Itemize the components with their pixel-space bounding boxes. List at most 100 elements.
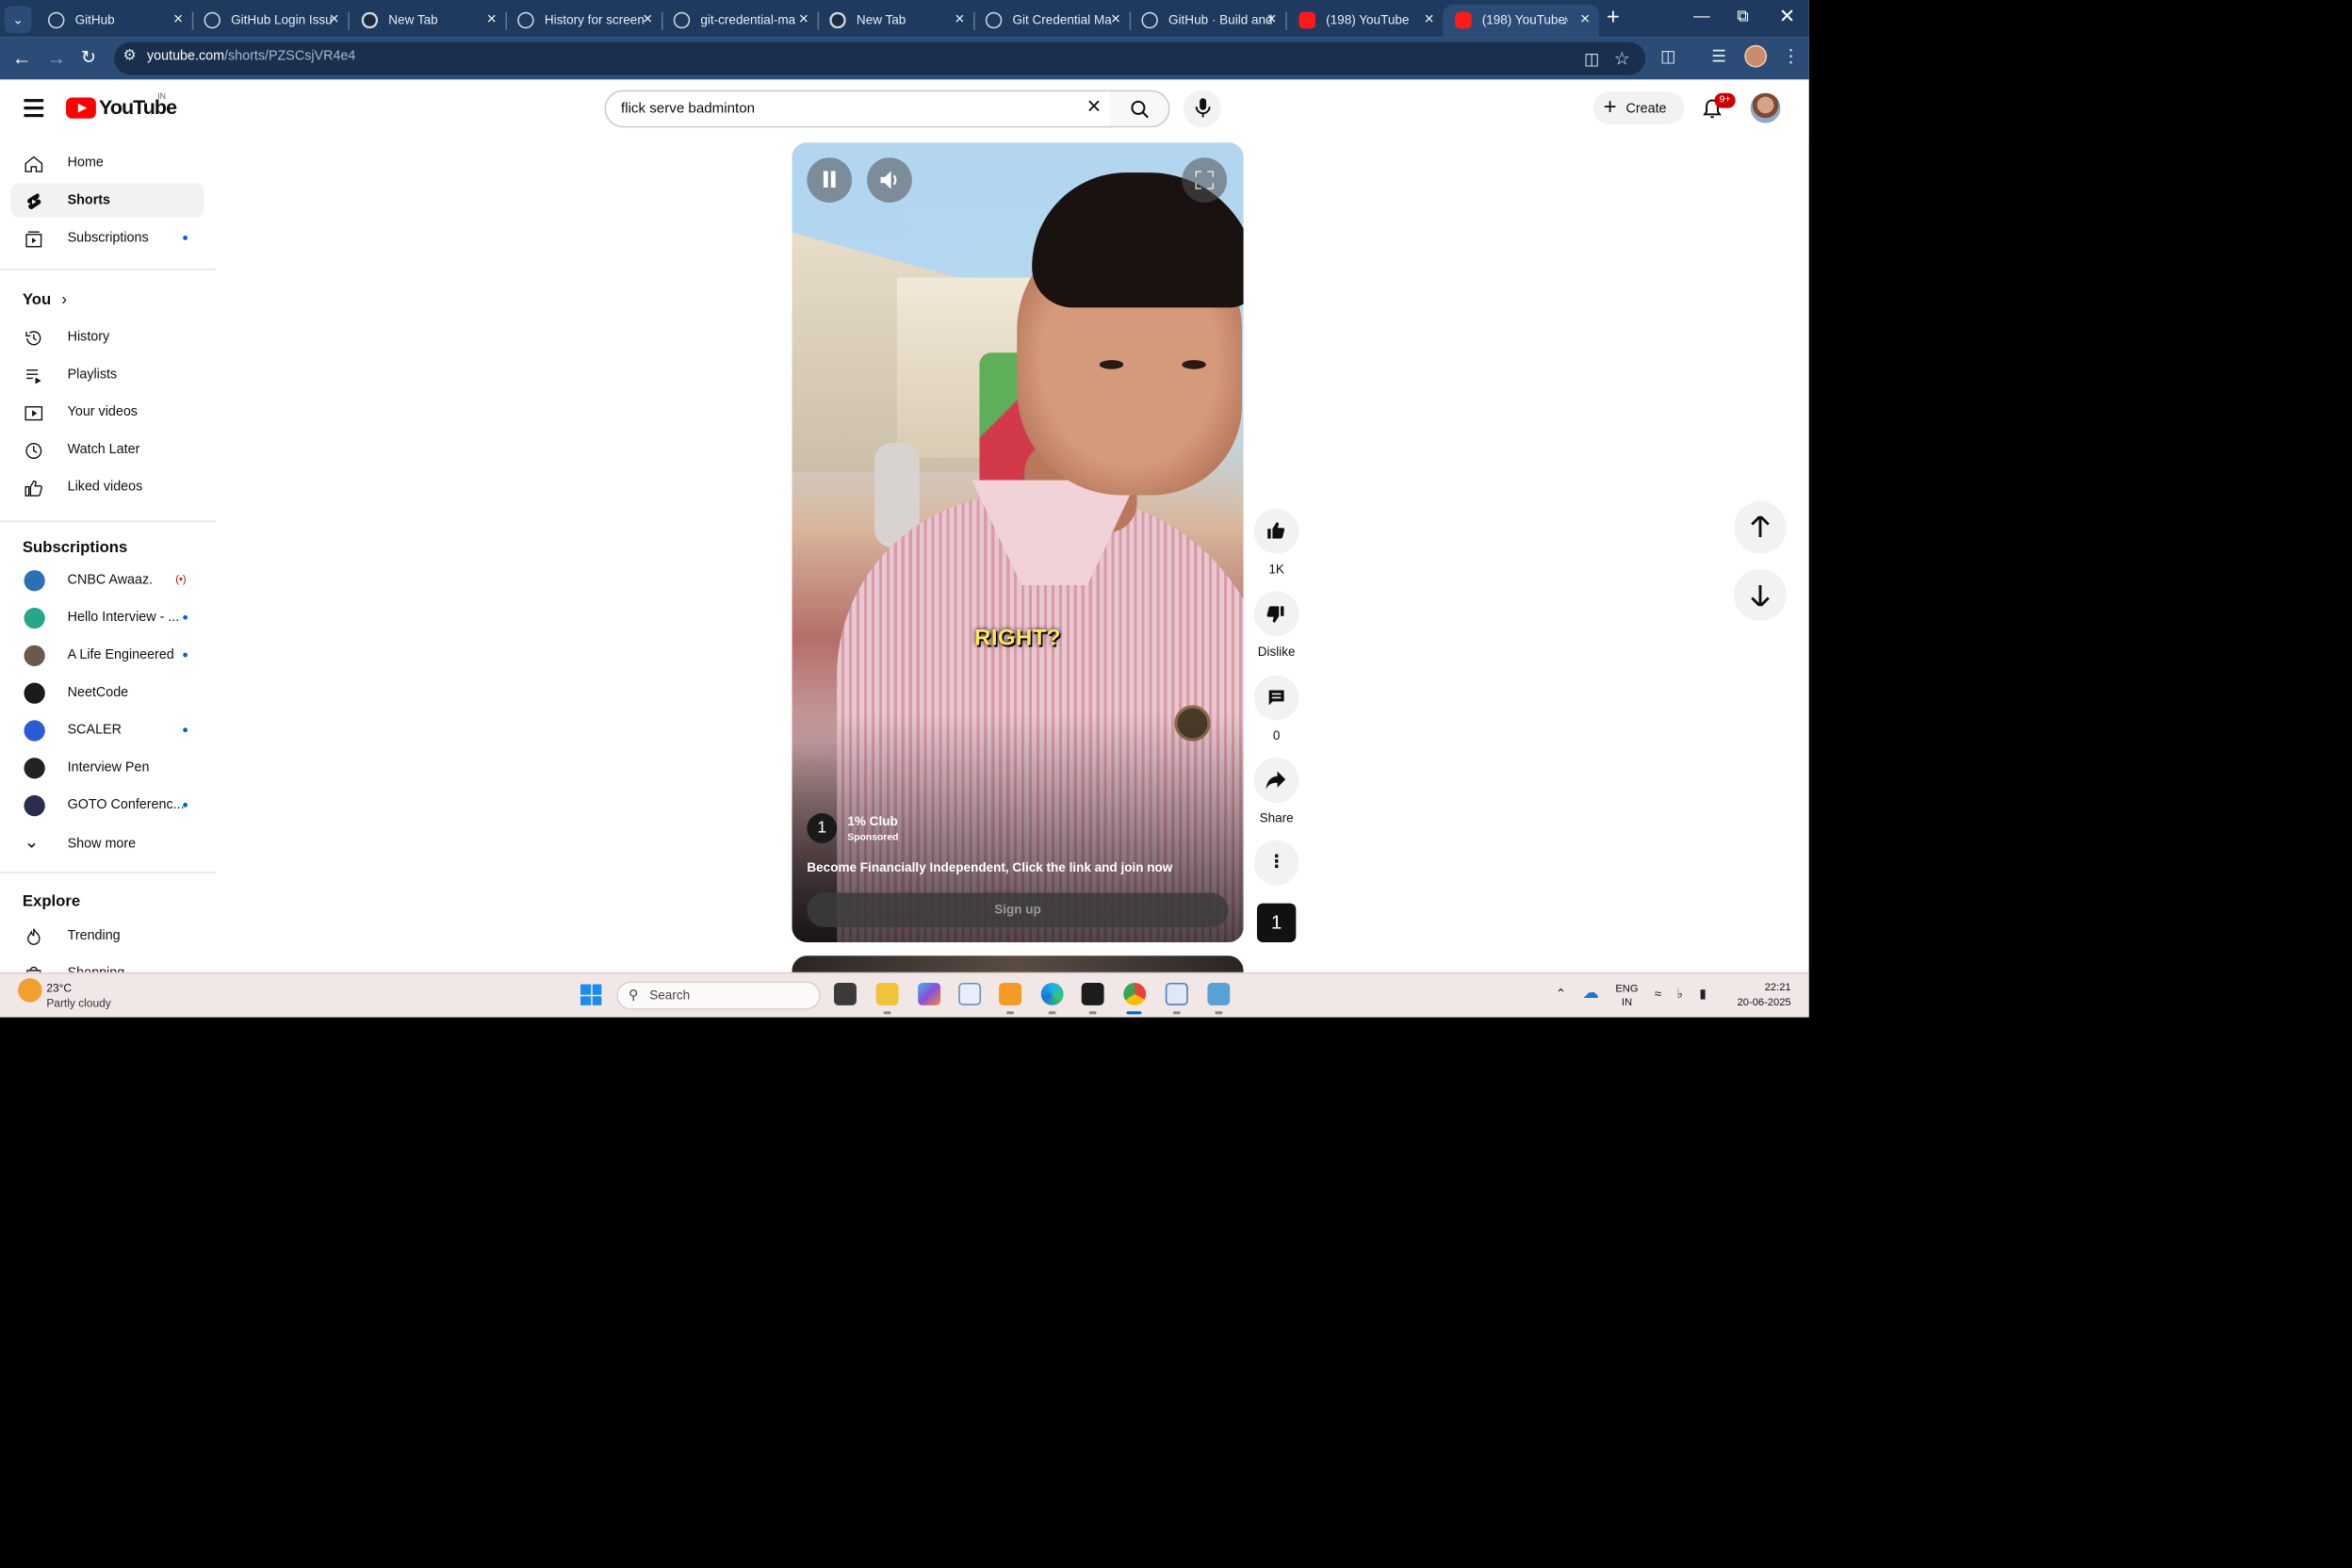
sidebar-item-home[interactable]: Home xyxy=(10,145,204,180)
task-view-icon[interactable] xyxy=(834,982,857,1005)
onedrive-cloud-icon[interactable]: ☁ xyxy=(1582,983,1599,1003)
back-button[interactable]: ← xyxy=(12,45,32,71)
like-button[interactable]: 1K xyxy=(1253,508,1299,576)
remote-desktop-icon[interactable] xyxy=(1207,982,1231,1005)
close-tab-icon[interactable]: × xyxy=(1425,5,1434,35)
address-bar[interactable]: ⚙ youtube.com/shorts/PZSCsjVR4e4 ◫ ☆ xyxy=(113,41,1646,75)
weather-temperature[interactable]: 23°C xyxy=(46,981,72,994)
minimize-button[interactable]: — xyxy=(1693,8,1710,25)
app-window-icon[interactable] xyxy=(958,982,982,1005)
close-tab-icon[interactable]: × xyxy=(955,5,964,35)
sidebar-item-trending[interactable]: Trending xyxy=(10,918,204,953)
browser-tab[interactable]: History for screen × xyxy=(505,5,662,38)
wifi-icon[interactable]: ≈ xyxy=(1655,986,1661,1001)
close-tab-icon[interactable]: × xyxy=(799,5,808,35)
browser-tab[interactable]: (198) YouTube × xyxy=(1287,5,1444,38)
sidebar-you-header[interactable]: You › xyxy=(23,291,67,309)
browser-tab[interactable]: GitHub Login Issu × xyxy=(192,5,349,38)
weather-description[interactable]: Partly cloudy xyxy=(46,996,110,1009)
voice-search-button[interactable] xyxy=(1183,90,1221,128)
tab-audio-icon[interactable]: ♪ xyxy=(1562,5,1569,35)
subscription-channel-item[interactable]: Interview Pen xyxy=(10,750,204,785)
battery-icon[interactable]: ▮ xyxy=(1700,986,1707,1003)
subscription-channel-item[interactable]: NeetCode xyxy=(10,676,204,710)
advertiser-channel-avatar[interactable]: 1 xyxy=(1256,903,1297,942)
site-info-icon[interactable]: ⚙ xyxy=(123,48,141,66)
comments-button[interactable]: 0 xyxy=(1253,675,1299,743)
system-clock[interactable]: 22:21 20-06-2025 xyxy=(1728,981,1791,1011)
taskbar-search-box[interactable]: ⚲ Search xyxy=(616,981,821,1010)
new-tab-button[interactable]: + xyxy=(1607,5,1620,30)
create-button[interactable]: + Create xyxy=(1592,91,1685,125)
terminal-icon[interactable] xyxy=(1081,982,1104,1005)
subscription-channel-item[interactable]: CNBC Awaaz. (•) xyxy=(10,563,204,597)
advertiser-logo[interactable]: 1 xyxy=(807,813,838,843)
browser-tab[interactable]: git-credential-ma × xyxy=(662,5,818,38)
browser-tab[interactable]: New Tab × xyxy=(350,5,506,38)
browser-profile-avatar[interactable] xyxy=(1744,44,1768,68)
browser-menu-icon[interactable]: ⋮ xyxy=(1782,45,1800,66)
sidebar-item-shorts[interactable]: Shorts xyxy=(10,183,204,218)
edge-browser-icon[interactable] xyxy=(1040,982,1064,1005)
sidebar-item-watch-later[interactable]: Watch Later xyxy=(10,433,204,467)
sidebar-item-liked-videos[interactable]: Liked videos xyxy=(10,469,204,504)
restore-button[interactable]: ⧉ xyxy=(1737,8,1749,27)
show-hidden-icons-icon[interactable]: ⌃ xyxy=(1556,986,1566,1003)
more-actions-button[interactable]: ⋮ xyxy=(1253,840,1299,886)
sign-up-button[interactable]: Sign up xyxy=(807,892,1229,928)
weather-widget-icon[interactable] xyxy=(18,978,42,1003)
start-button[interactable] xyxy=(580,984,602,1005)
subscription-channel-item[interactable]: Hello Interview - ... xyxy=(10,600,204,635)
sidebar-item-playlists[interactable]: Playlists xyxy=(10,357,204,392)
close-tab-icon[interactable]: × xyxy=(487,5,497,35)
speaker-icon[interactable]: ♭ xyxy=(1677,986,1683,1003)
microsoft-365-icon[interactable] xyxy=(918,982,941,1005)
search-button[interactable] xyxy=(1109,90,1170,128)
pause-button[interactable] xyxy=(807,157,853,203)
close-tab-icon[interactable]: × xyxy=(1111,5,1120,35)
forward-button[interactable]: → xyxy=(46,45,66,71)
volume-button[interactable] xyxy=(867,157,912,203)
close-window-button[interactable]: ✕ xyxy=(1779,5,1795,28)
reload-button[interactable]: ↻ xyxy=(81,45,96,71)
shorts-video-player[interactable]: RIGHT? 1 1% Club Sponsored Become Financ… xyxy=(792,142,1244,942)
next-short-button[interactable] xyxy=(1734,568,1787,622)
chrome-icon[interactable] xyxy=(1123,982,1147,1005)
browser-tab[interactable]: GitHub × xyxy=(36,5,192,38)
search-input[interactable]: flick serve badminton × xyxy=(604,90,1112,128)
advertiser-name[interactable]: 1% Club xyxy=(847,813,897,828)
file-explorer-icon[interactable] xyxy=(875,982,899,1005)
previous-short-button[interactable] xyxy=(1734,500,1787,554)
share-button[interactable]: Share xyxy=(1253,758,1299,825)
sidebar-item-history[interactable]: History xyxy=(10,319,204,354)
sidebar-item-shopping[interactable]: Shopping xyxy=(10,956,204,972)
sidebar-item-subscriptions[interactable]: Subscriptions xyxy=(10,220,204,255)
vlc-like-app-icon[interactable] xyxy=(999,982,1022,1005)
input-language-indicator[interactable]: ENG IN xyxy=(1615,983,1638,1010)
close-tab-icon[interactable]: × xyxy=(173,5,183,35)
sidebar-item-your-videos[interactable]: Your videos xyxy=(10,395,204,430)
media-control-icon[interactable]: ☰ xyxy=(1711,46,1726,66)
browser-tab[interactable]: GitHub · Build and × xyxy=(1130,5,1286,38)
guide-menu-icon[interactable] xyxy=(24,99,44,122)
subscription-channel-item[interactable]: SCALER xyxy=(10,712,204,747)
fullscreen-button[interactable] xyxy=(1182,157,1228,203)
bookmark-star-icon[interactable]: ☆ xyxy=(1614,48,1630,69)
subscription-channel-item[interactable]: GOTO Conferenc... xyxy=(10,788,204,823)
install-app-icon[interactable]: ◫ xyxy=(1584,50,1600,69)
subscription-channel-item[interactable]: A Life Engineered xyxy=(10,638,204,673)
show-more-button[interactable]: ⌄ Show more xyxy=(10,826,204,861)
close-tab-icon[interactable]: × xyxy=(1580,5,1590,35)
tab-search-button[interactable]: ⌄ xyxy=(4,6,32,34)
browser-tab[interactable]: Git Credential Ma × xyxy=(973,5,1130,38)
account-avatar[interactable] xyxy=(1750,92,1781,123)
extensions-icon[interactable]: ◫ xyxy=(1660,46,1676,66)
clear-search-icon[interactable]: × xyxy=(1087,94,1102,122)
snipping-tool-icon[interactable] xyxy=(1165,982,1188,1005)
browser-tab[interactable]: New Tab × xyxy=(818,5,974,38)
close-tab-icon[interactable]: × xyxy=(643,5,652,35)
close-tab-icon[interactable]: × xyxy=(1266,5,1276,35)
dislike-button[interactable]: Dislike xyxy=(1253,591,1299,659)
browser-tab[interactable]: (198) YouTube ♪ × xyxy=(1443,4,1599,38)
close-tab-icon[interactable]: × xyxy=(329,5,338,35)
